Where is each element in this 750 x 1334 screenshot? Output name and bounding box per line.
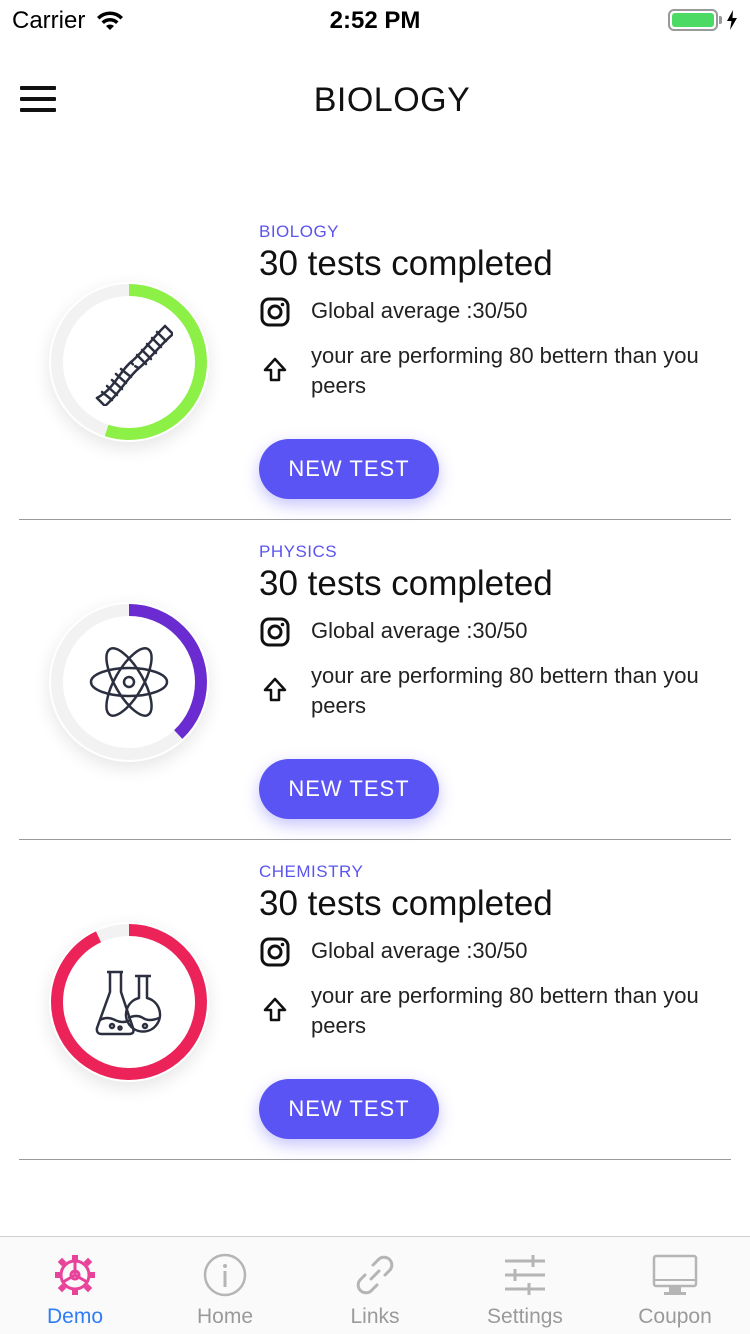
header: BIOLOGY bbox=[0, 60, 750, 140]
page-title: BIOLOGY bbox=[313, 81, 471, 119]
performance-row: your are performing 80 bettern than you … bbox=[259, 981, 731, 1041]
instagram-icon bbox=[260, 297, 290, 327]
global-average-row: Global average :30/50 bbox=[259, 296, 528, 328]
subject-label: BIOLOGY bbox=[259, 222, 340, 241]
monitor-icon bbox=[652, 1254, 698, 1295]
tab-label: Demo bbox=[46, 1305, 104, 1328]
dna-icon bbox=[95, 324, 173, 406]
link-icon bbox=[356, 1255, 394, 1295]
status-bar: Carrier 2:52 PM bbox=[0, 0, 750, 40]
arrow-up-icon bbox=[263, 997, 287, 1022]
performance-row: your are performing 80 bettern than you … bbox=[259, 661, 731, 721]
subject-card: PHYSICS 30 tests completed Global average … bbox=[19, 520, 731, 840]
tab-label: Home bbox=[196, 1305, 254, 1328]
global-average: Global average :30/50 bbox=[311, 618, 528, 643]
performance-row: your are performing 80 bettern than you … bbox=[259, 341, 731, 401]
tab-home[interactable]: Home bbox=[150, 1237, 300, 1334]
subject-card: BIOLOGY 30 tests completed Global average … bbox=[19, 200, 731, 520]
new-test-button[interactable]: NEW TEST bbox=[259, 439, 439, 499]
tab-label: Coupon bbox=[638, 1305, 712, 1328]
charging-bolt-icon bbox=[727, 10, 737, 30]
tab-label: Links bbox=[350, 1305, 400, 1328]
tab-coupon[interactable]: Coupon bbox=[600, 1237, 750, 1334]
instagram-icon bbox=[260, 617, 290, 647]
subject-label: CHEMISTRY bbox=[259, 862, 364, 881]
global-average: Global average :30/50 bbox=[311, 298, 528, 323]
global-average-row: Global average :30/50 bbox=[259, 616, 528, 648]
battery-indicator bbox=[668, 9, 738, 31]
progress-ring bbox=[49, 602, 209, 762]
subject-card: CHEMISTRY 30 tests completed Global averag… bbox=[19, 840, 731, 1160]
tab-bar: Demo Home Links Settings Coupon bbox=[0, 1236, 750, 1334]
sliders-icon bbox=[505, 1255, 545, 1295]
progress-ring bbox=[49, 282, 209, 442]
info-icon bbox=[203, 1253, 247, 1297]
subject-label: PHYSICS bbox=[259, 542, 338, 561]
global-average: Global average :30/50 bbox=[311, 938, 528, 963]
status-time: 2:52 PM bbox=[329, 7, 421, 34]
flasks-icon bbox=[95, 970, 162, 1036]
arrow-up-icon bbox=[263, 677, 287, 702]
tests-completed: 30 tests completed bbox=[259, 244, 553, 283]
atom-icon bbox=[89, 647, 169, 717]
performance-text: your are performing 80 bettern than you … bbox=[311, 343, 699, 398]
new-test-button[interactable]: NEW TEST bbox=[259, 1079, 439, 1139]
arrow-up-icon bbox=[263, 357, 287, 382]
performance-text: your are performing 80 bettern than you … bbox=[311, 983, 699, 1038]
tab-settings[interactable]: Settings bbox=[450, 1237, 600, 1334]
new-test-button[interactable]: NEW TEST bbox=[259, 759, 439, 819]
instagram-icon bbox=[260, 937, 290, 967]
progress-ring bbox=[49, 922, 209, 1082]
tests-completed: 30 tests completed bbox=[259, 884, 553, 923]
performance-text: your are performing 80 bettern than you … bbox=[311, 663, 699, 718]
battery-icon bbox=[668, 9, 718, 31]
tests-completed: 30 tests completed bbox=[259, 564, 553, 603]
gear-icon bbox=[55, 1255, 95, 1295]
tab-links[interactable]: Links bbox=[300, 1237, 450, 1334]
tab-demo[interactable]: Demo bbox=[0, 1237, 150, 1334]
global-average-row: Global average :30/50 bbox=[259, 936, 528, 968]
tab-label: Settings bbox=[487, 1305, 563, 1328]
